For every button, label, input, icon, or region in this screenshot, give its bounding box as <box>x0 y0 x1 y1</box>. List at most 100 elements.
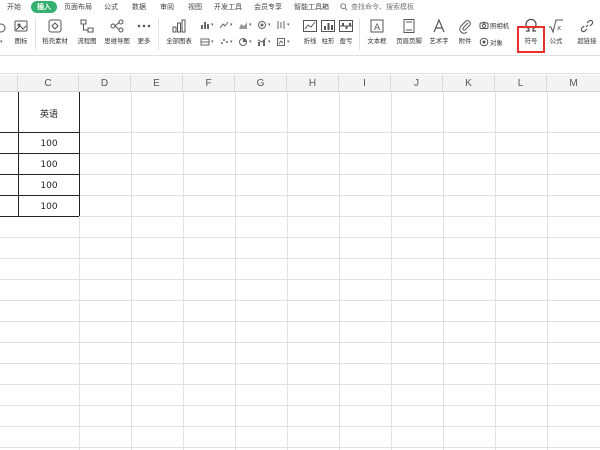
tab-formulas[interactable]: 公式 <box>104 1 118 13</box>
map-chart-icon <box>200 38 210 46</box>
radar-chart-dropdown[interactable]: ▾ <box>257 19 271 31</box>
hyperlink-button[interactable]: 超链接 <box>572 14 600 45</box>
other-chart-icon <box>277 38 285 46</box>
cell-c2[interactable]: 100 <box>19 139 79 149</box>
tab-insert[interactable]: 插入 <box>31 1 57 13</box>
attachment-button[interactable]: 附件 <box>455 14 475 45</box>
tab-developer[interactable]: 开发工具 <box>214 1 242 13</box>
sparkline-line-button[interactable]: 折线 <box>300 14 320 45</box>
search-icon <box>340 3 348 11</box>
stock-chart-dropdown[interactable]: ▾ <box>276 19 290 31</box>
column-header-c[interactable]: C <box>18 75 79 92</box>
column-header-e[interactable]: E <box>131 75 183 92</box>
paperclip-icon <box>459 20 471 34</box>
svg-text:x: x <box>557 24 561 32</box>
cell-c5[interactable]: 100 <box>19 202 79 212</box>
attachment-label: 附件 <box>458 37 472 45</box>
stock-chart-icon <box>277 21 285 29</box>
column-header-i[interactable]: I <box>339 75 391 92</box>
icons-button[interactable]: 图标 <box>10 14 32 45</box>
sparkline-line-icon <box>303 20 317 32</box>
formula-bar[interactable] <box>0 55 600 74</box>
table-border <box>0 216 79 217</box>
flowchart-icon <box>80 19 94 33</box>
column-header-k[interactable]: K <box>443 75 495 92</box>
spreadsheet-grid[interactable]: C D E F G H I J K L M 英语 100 100 100 100 <box>0 75 600 450</box>
shape-button-partial[interactable] <box>0 22 6 34</box>
mindmap-icon <box>110 19 124 33</box>
grid-row-line <box>0 363 600 364</box>
more-label: 更多 <box>137 37 151 45</box>
mindmap-label: 思维导图 <box>104 37 130 45</box>
flowchart-button[interactable]: 流程图 <box>74 14 100 45</box>
tab-data[interactable]: 数据 <box>132 1 146 13</box>
all-charts-button[interactable]: 全部图表 <box>164 14 194 45</box>
grid-row-line <box>0 174 600 175</box>
column-header-m[interactable]: M <box>547 75 600 92</box>
wordart-label: 艺术字 <box>429 37 449 45</box>
column-header-l[interactable]: L <box>495 75 547 92</box>
textbox-button[interactable]: A 文本框 <box>362 14 392 45</box>
column-header-f[interactable]: F <box>183 75 235 92</box>
tab-review[interactable]: 审阅 <box>160 1 174 13</box>
grid-row-line <box>0 195 600 196</box>
column-chart-dropdown[interactable]: ▾ <box>200 19 214 31</box>
mindmap-button[interactable]: 思维导图 <box>102 14 132 45</box>
grid-column-line <box>183 92 184 450</box>
tab-member[interactable]: 会员专享 <box>254 1 282 13</box>
textbox-icon: A <box>370 19 384 33</box>
map-chart-dropdown[interactable]: ▾ <box>200 36 214 48</box>
column-header-h[interactable]: H <box>287 75 339 92</box>
icons-icon <box>14 20 28 32</box>
grid-column-line <box>131 92 132 450</box>
cell-c4[interactable]: 100 <box>19 181 79 191</box>
hyperlink-label: 超链接 <box>577 37 597 45</box>
line-chart-icon <box>219 21 229 29</box>
wordart-button[interactable]: 艺术字 <box>426 14 452 45</box>
sparkline-column-button[interactable]: 柱形 <box>318 14 338 45</box>
equation-button[interactable]: x 公式 <box>545 14 567 45</box>
column-header-partial[interactable] <box>0 75 18 92</box>
pie-chart-icon <box>239 38 247 46</box>
all-charts-label: 全部图表 <box>166 37 192 45</box>
scatter-chart-icon <box>221 39 228 44</box>
area-chart-dropdown[interactable]: ▾ <box>238 19 252 31</box>
table-border <box>0 153 79 154</box>
svg-text:A: A <box>374 23 381 33</box>
bar-chart-icon <box>172 19 186 33</box>
grid-row-line <box>0 426 600 427</box>
table-border <box>0 132 79 133</box>
cell-c1-header[interactable]: 英语 <box>19 107 79 120</box>
material-icon <box>48 19 62 33</box>
tab-page-layout[interactable]: 页面布局 <box>64 1 92 13</box>
column-header-g[interactable]: G <box>235 75 287 92</box>
daoke-material-label: 稻壳素材 <box>42 37 68 45</box>
tab-home[interactable]: 开始 <box>7 1 21 13</box>
more-button[interactable]: 更多 <box>134 14 154 45</box>
column-header-j[interactable]: J <box>391 75 443 92</box>
cell-c3[interactable]: 100 <box>19 160 79 170</box>
header-footer-button[interactable]: 页眉页脚 <box>394 14 424 45</box>
tab-smart-tools[interactable]: 智能工具箱 <box>294 1 329 13</box>
sparkline-winloss-button[interactable]: 盈亏 <box>336 14 356 45</box>
daoke-material-button[interactable]: 稻壳素材 <box>40 14 70 45</box>
grid-column-line <box>495 92 496 450</box>
command-search[interactable]: 查找命令、搜索模板 <box>340 1 414 13</box>
grid-row-line <box>0 321 600 322</box>
pie-chart-dropdown[interactable]: ▾ <box>238 36 252 48</box>
camera-button[interactable]: 照相机 <box>479 19 509 31</box>
scatter-chart-dropdown[interactable]: ▾ <box>219 36 233 48</box>
grid-column-line <box>391 92 392 450</box>
combo-chart-dropdown[interactable]: ▾ <box>257 36 271 48</box>
other-chart-dropdown[interactable]: ▾ <box>276 36 290 48</box>
grid-column-line <box>547 92 548 450</box>
column-header-d[interactable]: D <box>79 75 131 92</box>
dropdown-caret: ▾ <box>0 39 3 45</box>
object-button[interactable]: 对象 <box>479 36 503 48</box>
tab-view[interactable]: 视图 <box>188 1 202 13</box>
sparkline-column-label: 柱形 <box>321 37 335 45</box>
grid-row-line <box>0 237 600 238</box>
icons-label: 图标 <box>14 37 28 45</box>
line-chart-dropdown[interactable]: ▾ <box>219 19 233 31</box>
sparkline-column-icon <box>321 20 335 32</box>
